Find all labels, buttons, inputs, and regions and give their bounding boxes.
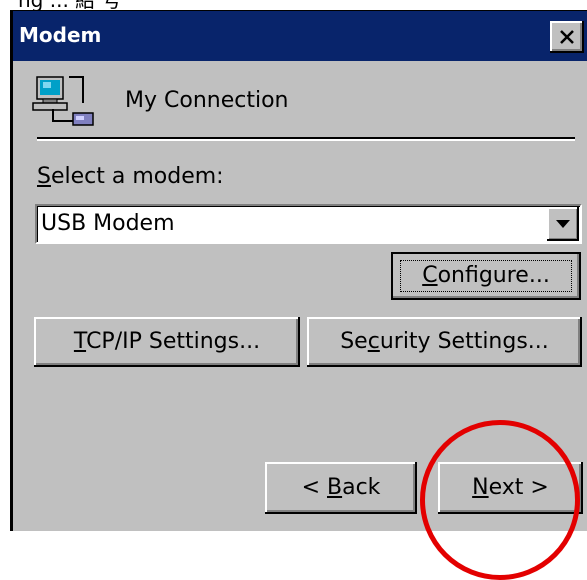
connection-name: My Connection xyxy=(125,88,289,113)
select-modem-label-text: elect a modem: xyxy=(50,164,224,189)
configure-label-text: onfigure... xyxy=(437,263,550,288)
back-button-label: < Back xyxy=(302,475,381,501)
window-title: Modem xyxy=(19,23,102,47)
select-modem-label-accelerator: S xyxy=(37,164,51,189)
dropdown-arrow-button[interactable] xyxy=(547,207,579,241)
security-label-text: urity Settings... xyxy=(379,329,549,354)
header-divider xyxy=(37,137,575,141)
next-button-label: Next > xyxy=(472,475,549,501)
security-button-label: Security Settings... xyxy=(340,329,549,355)
close-button[interactable] xyxy=(550,21,584,53)
tcpip-settings-button[interactable]: TCP/IP Settings... xyxy=(34,317,300,367)
next-label-text: ext > xyxy=(488,475,549,500)
modem-dialog: Modem My Connection Select a modem: USB … xyxy=(10,10,587,531)
next-button[interactable]: Next > xyxy=(438,462,583,514)
modem-dropdown[interactable]: USB Modem xyxy=(35,204,582,244)
back-label-prefix: < xyxy=(301,475,327,500)
back-button[interactable]: < Back xyxy=(265,462,417,514)
next-accelerator: N xyxy=(472,475,489,500)
select-modem-label: Select a modem: xyxy=(37,163,224,191)
configure-button[interactable]: Configure... xyxy=(391,252,581,300)
close-icon xyxy=(560,30,574,44)
cropped-header-text: ng ... 紹 号 xyxy=(18,0,122,12)
chevron-down-icon xyxy=(556,220,570,228)
tcpip-accelerator: T xyxy=(73,329,87,354)
back-accelerator: B xyxy=(327,475,343,500)
tcpip-label-text: CP/IP Settings... xyxy=(86,329,261,354)
title-bar[interactable]: Modem xyxy=(13,11,587,61)
tcpip-button-label: TCP/IP Settings... xyxy=(74,329,260,355)
security-settings-button[interactable]: Security Settings... xyxy=(307,317,582,367)
security-label-prefix: Se xyxy=(340,329,368,354)
network-connection-icon xyxy=(32,76,94,126)
configure-accelerator: C xyxy=(422,263,438,288)
configure-button-label: Configure... xyxy=(422,263,550,289)
security-accelerator: c xyxy=(367,329,380,354)
back-label-text: ack xyxy=(342,475,381,500)
modem-dropdown-value: USB Modem xyxy=(41,211,175,236)
